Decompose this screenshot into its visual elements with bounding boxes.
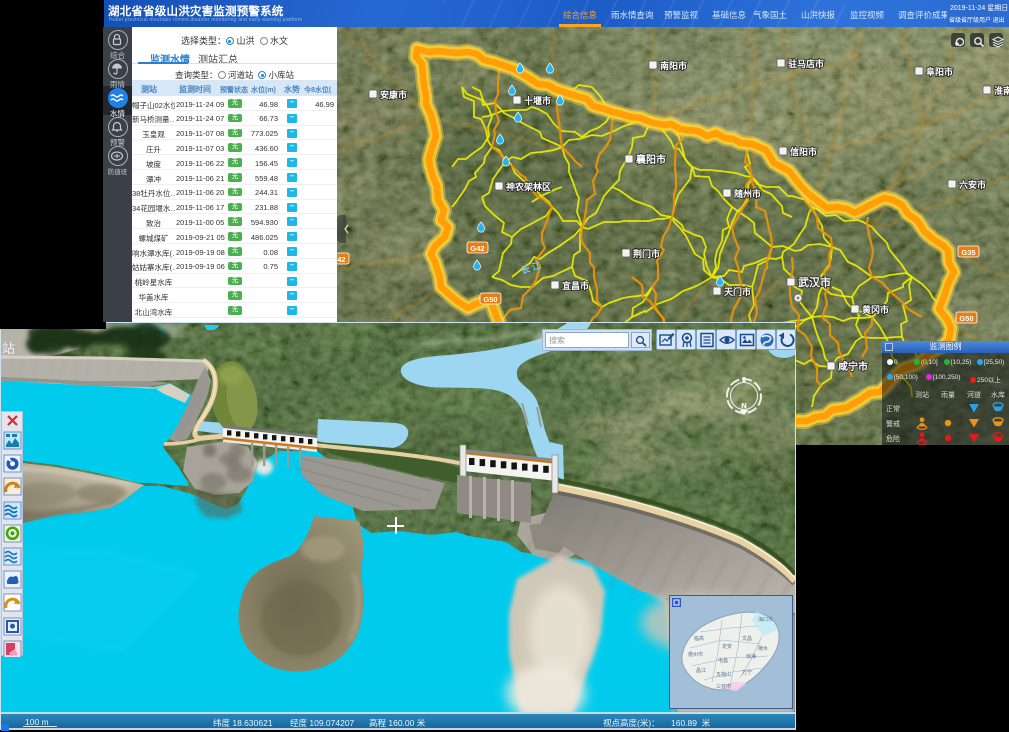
svg-text:儋州市: 儋州市 — [688, 651, 703, 658]
svg-text:昌江: 昌江 — [696, 667, 706, 674]
svg-text:陵水: 陵水 — [758, 645, 768, 652]
svg-text:琼海: 琼海 — [746, 653, 756, 660]
svg-text:黄冈市: 黄冈市 — [862, 304, 889, 315]
svg-text:G35: G35 — [961, 248, 975, 257]
svg-text:N: N — [741, 401, 746, 410]
svg-text:G42: G42 — [470, 244, 484, 253]
svg-text:襄阳市: 襄阳市 — [635, 153, 666, 166]
svg-text:十堰市: 十堰市 — [524, 95, 551, 106]
svg-text:屯昌: 屯昌 — [718, 657, 728, 664]
svg-text:驻马店市: 驻马店市 — [788, 58, 824, 69]
svg-text:信阳市: 信阳市 — [790, 146, 817, 157]
svg-text:随州市: 随州市 — [734, 188, 761, 199]
svg-text:南阳市: 南阳市 — [660, 60, 687, 71]
svg-text:五指山: 五指山 — [716, 671, 731, 678]
svg-text:文昌: 文昌 — [742, 635, 752, 642]
svg-text:武汉市: 武汉市 — [798, 275, 831, 289]
svg-text:海口市: 海口市 — [758, 616, 773, 623]
svg-text:荆门市: 荆门市 — [633, 248, 660, 259]
svg-text:阜阳市: 阜阳市 — [926, 66, 953, 77]
svg-text:淮南: 淮南 — [994, 85, 1009, 96]
svg-text:万宁: 万宁 — [742, 669, 752, 676]
svg-text:宜昌市: 宜昌市 — [562, 280, 589, 291]
svg-text:安康市: 安康市 — [380, 89, 407, 100]
svg-text:咸宁市: 咸宁市 — [838, 360, 868, 373]
svg-text:天门市: 天门市 — [724, 286, 751, 297]
svg-text:G50: G50 — [959, 314, 973, 323]
svg-text:六安市: 六安市 — [959, 179, 986, 190]
svg-text:G50: G50 — [483, 295, 497, 304]
svg-text:临高: 临高 — [694, 635, 704, 642]
svg-text:三亚市: 三亚市 — [716, 683, 731, 690]
svg-text:神农架林区: 神农架林区 — [506, 181, 551, 192]
svg-text:定安: 定安 — [722, 643, 732, 650]
